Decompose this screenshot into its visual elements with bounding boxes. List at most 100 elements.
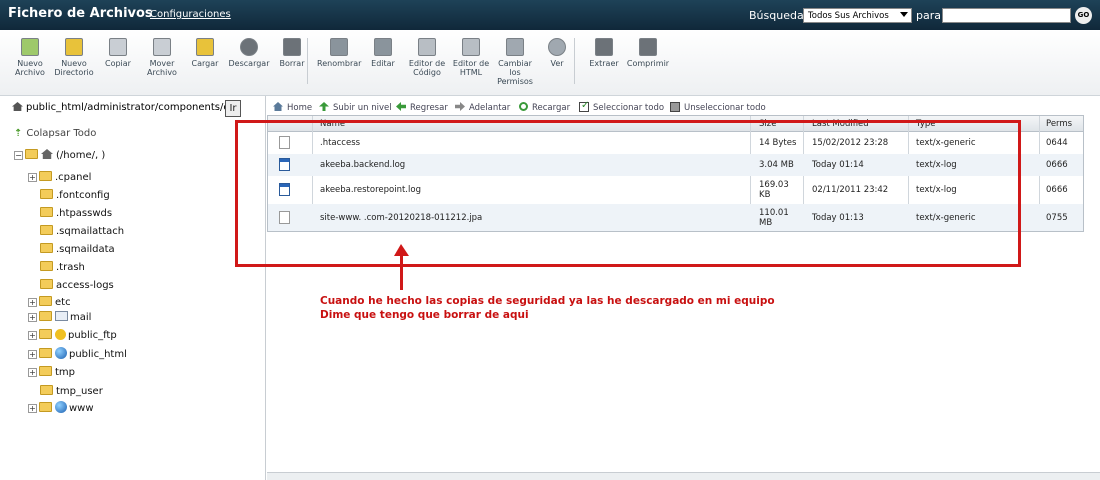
extract-icon [595, 38, 613, 56]
toolbar-button-7[interactable]: Renombrar [317, 38, 361, 68]
expand-toggle-icon[interactable]: + [28, 298, 37, 307]
folder-icon [39, 402, 52, 412]
tree-item[interactable]: .fontconfig [40, 189, 110, 202]
cell-perms: 0644 [1046, 138, 1068, 148]
copy-icon [109, 38, 127, 56]
toolbar-button-label: Editor de HTML [452, 59, 490, 77]
folder-icon [40, 189, 53, 199]
up-level-link[interactable]: Subir un nivel [319, 102, 392, 113]
tree-item[interactable]: + public_html [28, 347, 127, 360]
toolbar-button-label: Cargar [191, 59, 219, 68]
checkbox-unchecked-icon [670, 102, 680, 112]
folder-icon [39, 171, 52, 181]
tree-item[interactable]: access-logs [40, 279, 114, 292]
toolbar-button-label: Ver [550, 59, 564, 68]
go-path-button[interactable]: Ir [225, 100, 241, 117]
toolbar-button-3[interactable]: Mover Archivo [140, 38, 184, 77]
unselect-all-link[interactable]: Unseleccionar todo [670, 102, 766, 113]
directory-tree-panel: public_html/administrator/components/cc … [0, 96, 266, 480]
collapse-all-link[interactable]: ⇡ Colapsar Todo [14, 128, 96, 139]
tree-item-label: access-logs [56, 280, 114, 291]
toolbar-button-label: Editar [371, 59, 395, 68]
toolbar-button-1[interactable]: Nuevo Directorio [52, 38, 96, 77]
back-label: Regresar [410, 103, 448, 113]
toolbar-button-14[interactable]: Comprimir [626, 38, 670, 68]
tree-item-label: .sqmaildata [56, 244, 115, 255]
toolbar: Nuevo Archivo Nuevo Directorio Copiar Mover… [0, 30, 1100, 96]
expand-toggle-icon[interactable]: + [28, 404, 37, 413]
tree-root[interactable]: − (/home/, ) [14, 149, 105, 162]
annotation-note: Cuando he hecho las copias de seguridad … [320, 294, 775, 322]
path-input[interactable]: public_html/administrator/components/cc [12, 102, 242, 116]
search-scope-select[interactable]: Todos Sus Archivos [803, 8, 912, 23]
tree-item[interactable]: + tmp [28, 366, 75, 379]
horizontal-scrollbar[interactable] [267, 472, 1100, 480]
tree-item-label: .trash [56, 262, 85, 273]
toolbar-button-11[interactable]: Cambiar los Permisos [493, 38, 537, 86]
home-link[interactable]: Home [273, 102, 312, 113]
select-all-link[interactable]: ✓ Seleccionar todo [579, 100, 665, 113]
annotation-arrow [400, 250, 403, 290]
toolbar-button-5[interactable]: Descargar [227, 38, 271, 68]
app-header: Fichero de Archivos Configuraciones Búsq… [0, 0, 1100, 30]
tree-item-label: mail [70, 312, 92, 323]
new-folder-icon [65, 38, 83, 56]
home-icon [273, 102, 283, 111]
upload-icon [196, 38, 214, 56]
toolbar-button-10[interactable]: Editor de HTML [449, 38, 493, 77]
toolbar-button-2[interactable]: Copiar [96, 38, 140, 68]
permissions-icon [506, 38, 524, 56]
toolbar-separator [574, 38, 575, 84]
toolbar-button-label: Cambiar los Permisos [497, 59, 533, 86]
folder-icon [40, 261, 53, 271]
column-header-perms[interactable]: Perms [1046, 119, 1072, 129]
tree-item[interactable]: .htpasswds [40, 207, 112, 220]
download-icon [240, 38, 258, 56]
expand-toggle-icon[interactable]: + [28, 331, 37, 340]
expand-toggle-icon[interactable]: + [28, 368, 37, 377]
up-arrow-icon [319, 102, 329, 111]
toolbar-separator [307, 38, 308, 84]
tree-item[interactable]: + .cpanel [28, 171, 91, 184]
tree-item[interactable]: + public_ftp [28, 329, 117, 342]
checkbox-checked-icon: ✓ [579, 100, 590, 112]
toolbar-button-9[interactable]: Editor de Código [405, 38, 449, 77]
toolbar-button-label: Mover Archivo [147, 59, 177, 77]
toolbar-button-13[interactable]: Extraer [582, 38, 626, 68]
go-button[interactable]: GO [1075, 7, 1092, 24]
search-scope-value: Todos Sus Archivos [808, 11, 889, 21]
back-link[interactable]: Regresar [396, 102, 448, 113]
toolbar-button-4[interactable]: Cargar [183, 38, 227, 68]
expand-toggle-icon[interactable]: + [28, 313, 37, 322]
path-text: public_html/administrator/components/cc [26, 102, 235, 113]
forward-arrow-icon [455, 102, 465, 111]
globe-icon [55, 401, 67, 413]
tree-item[interactable]: + www [28, 401, 94, 414]
reload-link[interactable]: Recargar [519, 102, 570, 113]
toolbar-button-0[interactable]: Nuevo Archivo [8, 38, 52, 77]
tree-item[interactable]: + mail [28, 311, 91, 324]
collapse-toggle-icon[interactable]: − [14, 151, 23, 160]
settings-link[interactable]: Configuraciones [150, 9, 231, 20]
toolbar-button-8[interactable]: Editar [361, 38, 405, 68]
expand-toggle-icon[interactable]: + [28, 350, 37, 359]
tree-item[interactable]: .trash [40, 261, 85, 274]
expand-toggle-icon[interactable]: + [28, 173, 37, 182]
folder-icon [39, 329, 52, 339]
folder-icon [39, 348, 52, 358]
tree-root-label: (/home/, ) [56, 150, 106, 161]
tree-item[interactable]: tmp_user [40, 385, 103, 398]
toolbar-button-12[interactable]: Ver [535, 38, 579, 68]
tree-item[interactable]: .sqmailattach [40, 225, 124, 238]
tree-item-label: tmp_user [56, 386, 103, 397]
search-input[interactable] [942, 8, 1071, 23]
forward-link[interactable]: Adelantar [455, 102, 510, 113]
tree-item[interactable]: + etc [28, 296, 71, 309]
view-icon [548, 38, 566, 56]
tree-item[interactable]: .sqmaildata [40, 243, 115, 256]
para-label: para [916, 9, 941, 22]
select-all-label: Seleccionar todo [593, 103, 665, 113]
folder-icon [40, 243, 53, 253]
edit-icon [374, 38, 392, 56]
folder-icon [40, 225, 53, 235]
